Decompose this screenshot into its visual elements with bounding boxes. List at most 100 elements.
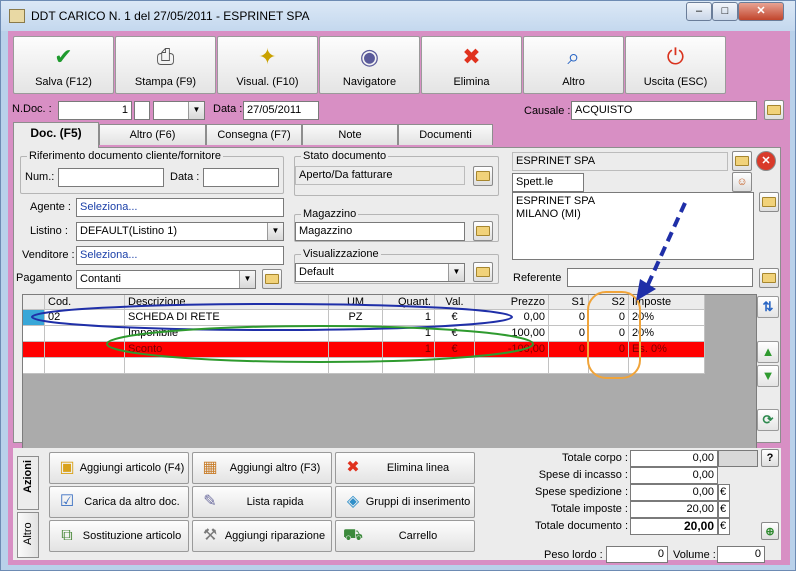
grid-empty-cell[interactable] [549, 358, 589, 374]
fornitore-folder-button[interactable] [732, 151, 752, 171]
column-header[interactable]: Descrizione [125, 295, 329, 310]
cart-button[interactable]: ⛟ Carrello [335, 520, 475, 552]
grid-cell-s1[interactable]: 0 [549, 326, 589, 342]
listino-select[interactable]: DEFAULT(Listino 1) ▼ [76, 222, 284, 241]
refresh-button[interactable]: ⟳ [757, 409, 779, 431]
venditore-input[interactable]: Seleziona... [76, 246, 284, 265]
grid-cell-cod[interactable] [45, 342, 125, 358]
grid-cell-val[interactable]: € [435, 342, 475, 358]
move-updown-button[interactable]: ⇅ [757, 296, 779, 318]
grid-cell-imposte[interactable]: 20% [629, 326, 705, 342]
tab-altro[interactable]: Altro (F6) [99, 124, 206, 145]
grid-cell-s1[interactable]: 0 [549, 310, 589, 326]
grid-cell-prezzo[interactable]: -100,00 [475, 342, 549, 358]
move-down-button[interactable]: ▼ [757, 365, 779, 387]
tab-azioni[interactable]: Azioni [17, 456, 39, 510]
delete-line-button[interactable]: ✖ Elimina linea [335, 452, 475, 484]
ndoc-input[interactable]: 1 [58, 101, 132, 120]
ref-date-input[interactable] [203, 168, 279, 187]
grid-empty-cell[interactable] [45, 358, 125, 374]
pagamento-folder-button[interactable] [262, 269, 282, 289]
zoom-in-button[interactable]: ⊕ [761, 522, 779, 540]
replace-article-button[interactable]: ⧉ Sostituzione articolo [49, 520, 189, 552]
grid-cell-val[interactable]: € [435, 326, 475, 342]
minimize-button[interactable]: – [686, 2, 712, 21]
other-button[interactable]: ⌕ Altro [523, 36, 624, 94]
quick-list-button[interactable]: ✎ Lista rapida [192, 486, 332, 518]
column-header[interactable]: Prezzo [475, 295, 549, 310]
preview-button[interactable]: ✦ Visual. (F10) [217, 36, 318, 94]
magazzino-input[interactable]: Magazzino [295, 222, 465, 241]
row-selector[interactable] [23, 358, 45, 374]
grid-cell-s1[interactable]: 0 [549, 342, 589, 358]
grid-empty-cell[interactable] [435, 358, 475, 374]
grid-cell-s2[interactable]: 0 [589, 310, 629, 326]
grid-cell-um[interactable] [329, 342, 383, 358]
close-button[interactable]: ✕ [738, 2, 784, 21]
totale-imposte-value[interactable]: 20,00 [630, 501, 718, 518]
add-repair-button[interactable]: ⚒ Aggiungi riparazione [192, 520, 332, 552]
row-selector[interactable] [23, 310, 45, 326]
referente-folder-button[interactable] [759, 268, 779, 288]
stato-folder-button[interactable] [473, 166, 493, 186]
help-button[interactable]: ? [761, 449, 779, 467]
grid-cell-cod[interactable] [45, 326, 125, 342]
magazzino-folder-button[interactable] [473, 221, 493, 241]
agente-input[interactable]: Seleziona... [76, 198, 284, 217]
maximize-button[interactable]: □ [712, 2, 738, 21]
column-header[interactable]: S2 [589, 295, 629, 310]
ndoc-series-select[interactable]: ▼ [153, 101, 205, 120]
tab-doc[interactable]: Doc. (F5) [13, 122, 99, 148]
grid-cell-um[interactable] [329, 326, 383, 342]
totale-corpo-value[interactable]: 0,00 [630, 450, 718, 467]
grid-cell-prezzo[interactable]: 0,00 [475, 310, 549, 326]
grid-empty-cell[interactable] [589, 358, 629, 374]
print-button[interactable]: ⎙ Stampa (F9) [115, 36, 216, 94]
grid-cell-descrizione[interactable]: SCHEDA DI RETE [125, 310, 329, 326]
column-header[interactable]: S1 [549, 295, 589, 310]
move-up-button[interactable]: ▲ [757, 341, 779, 363]
tab-documenti[interactable]: Documenti [398, 124, 493, 145]
spese-spedizione-value[interactable]: 0,00 [630, 484, 718, 501]
row-selector[interactable] [23, 326, 45, 342]
visualizzazione-folder-button[interactable] [473, 262, 493, 282]
grid-cell-prezzo[interactable]: 100,00 [475, 326, 549, 342]
grid-cell-quant[interactable]: 1 [383, 342, 435, 358]
tab-note[interactable]: Note [302, 124, 398, 145]
lines-grid[interactable]: Cod. Descrizione UM Quant. Val. Prezzo S1 S2 Imp… [22, 294, 757, 458]
fornitore-person-button[interactable]: ☺ [732, 172, 752, 192]
add-other-button[interactable]: ▦ Aggiungi altro (F3) [192, 452, 332, 484]
pagamento-select[interactable]: Contanti ▼ [76, 270, 256, 289]
spese-incasso-value[interactable]: 0,00 [630, 467, 718, 484]
grid-cell-um[interactable]: PZ [329, 310, 383, 326]
grid-cell-s2[interactable]: 0 [589, 342, 629, 358]
column-header[interactable]: Val. [435, 295, 475, 310]
grid-cell-quant[interactable]: 1 [383, 310, 435, 326]
date-input[interactable]: 27/05/2011 [243, 101, 319, 120]
grid-empty-cell[interactable] [125, 358, 329, 374]
address-folder-button[interactable] [759, 192, 779, 212]
grid-cell-imposte[interactable]: 20% [629, 310, 705, 326]
save-button[interactable]: ✔ Salva (F12) [13, 36, 114, 94]
load-from-doc-button[interactable]: ☑ Carica da altro doc. [49, 486, 189, 518]
grid-cell-quant[interactable]: 1 [383, 326, 435, 342]
grid-empty-cell[interactable] [383, 358, 435, 374]
grid-cell-cod[interactable]: 02 [45, 310, 125, 326]
causale-input[interactable]: ACQUISTO [571, 101, 757, 120]
tab-altro-side[interactable]: Altro [17, 512, 39, 558]
navigator-button[interactable]: ◉ Navigatore [319, 36, 420, 94]
grid-cell-s2[interactable]: 0 [589, 326, 629, 342]
title-bar[interactable]: DDT CARICO N. 1 del 27/05/2011 - ESPRINE… [1, 1, 795, 31]
column-header[interactable]: Quant. [383, 295, 435, 310]
insert-groups-button[interactable]: ◈ Gruppi di inserimento [335, 486, 475, 518]
visualizzazione-select[interactable]: Default ▼ [295, 263, 465, 282]
exit-button[interactable]: ⏻ Uscita (ESC) [625, 36, 726, 94]
column-header[interactable]: Cod. [45, 295, 125, 310]
volume-input[interactable]: 0 [717, 546, 765, 563]
peso-input[interactable]: 0 [606, 546, 668, 563]
ndoc-suffix-input[interactable] [134, 101, 150, 120]
fornitore-address[interactable]: ESPRINET SPA MILANO (MI) [512, 192, 754, 260]
fornitore-title-input[interactable]: Spett.le [512, 173, 584, 192]
grid-empty-cell[interactable] [629, 358, 705, 374]
delete-button[interactable]: ✖ Elimina [421, 36, 522, 94]
